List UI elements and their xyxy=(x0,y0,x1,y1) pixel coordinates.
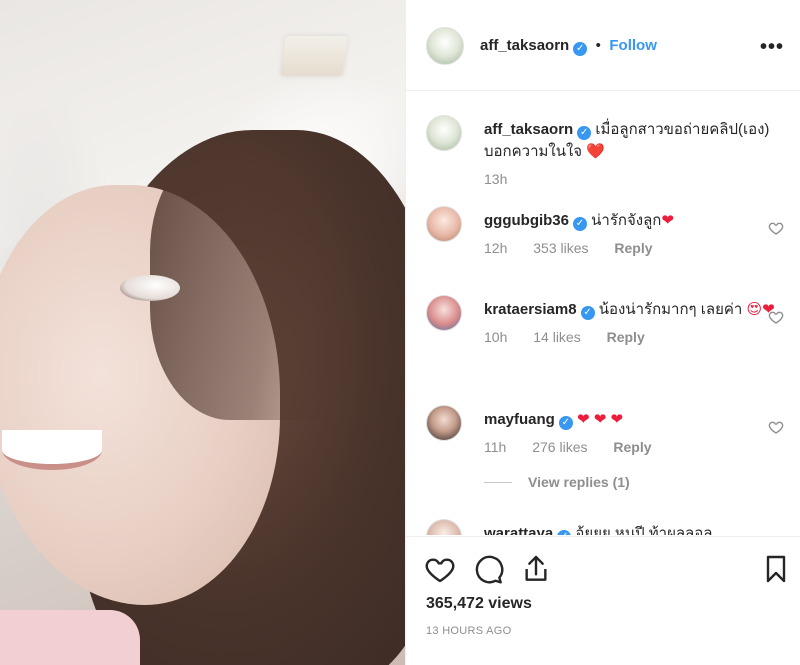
comment-username[interactable]: mayfuang xyxy=(484,411,555,428)
commenter-avatar[interactable] xyxy=(426,295,462,331)
speech-bubble-icon[interactable] xyxy=(472,553,504,585)
comment-likes[interactable]: 353 likes xyxy=(533,240,588,256)
verified-badge-icon: ✓ xyxy=(557,530,572,535)
child-smile xyxy=(2,430,102,470)
heart-emoji: ❤️ xyxy=(586,143,605,160)
post-timestamp[interactable]: 13 HOURS AGO xyxy=(426,625,512,637)
like-comment-heart-icon[interactable] xyxy=(768,309,784,325)
reply-button[interactable]: Reply xyxy=(613,439,651,455)
post-actions-bar: 365,472 views 13 HOURS AGO xyxy=(406,536,800,665)
comment-time[interactable]: 10h xyxy=(484,329,507,345)
like-comment-heart-icon[interactable] xyxy=(768,419,784,435)
verified-badge-icon: ✓ xyxy=(577,126,592,140)
heart-outline-icon[interactable] xyxy=(424,553,456,585)
child-shirt xyxy=(0,610,140,665)
caption-meta: 13h xyxy=(484,171,786,187)
comment-body: warattaya ✓ อ้ยยย หนูปี ท้าผลลอล xyxy=(484,519,786,535)
bookmark-icon[interactable] xyxy=(760,553,792,585)
comment-text: อ้ยยย หนูปี ท้าผลลอล xyxy=(575,525,713,535)
comment-likes[interactable]: 276 likes xyxy=(532,439,587,455)
view-replies-label: View replies (1) xyxy=(528,474,630,490)
comment-item: gggubgib36 ✓ น่ารักจังลูก❤ 12h 353 likes … xyxy=(426,206,786,256)
author-avatar[interactable] xyxy=(426,27,464,65)
follow-button[interactable]: Follow xyxy=(609,37,657,54)
child-eye xyxy=(120,275,180,301)
comment-text: น้องน่ารักมากๆ เลยค่า xyxy=(598,301,743,318)
reply-button[interactable]: Reply xyxy=(607,329,645,345)
caption-avatar[interactable] xyxy=(426,115,462,151)
comment-username[interactable]: warattaya xyxy=(484,525,553,535)
ellipsis-icon[interactable]: ••• xyxy=(760,36,784,59)
post-header: aff_taksaorn ✓ • Follow ••• xyxy=(406,0,800,91)
author-line: aff_taksaorn ✓ • Follow xyxy=(480,37,657,56)
heart-emoji: ❤ xyxy=(661,212,674,229)
comment-meta: 10h 14 likes Reply xyxy=(484,329,786,345)
comments-list: aff_taksaorn ✓ เมื่อลูกสาวขอถ่ายคลิป(เอง)… xyxy=(406,91,800,535)
author-username[interactable]: aff_taksaorn xyxy=(480,37,569,54)
commenter-avatar[interactable] xyxy=(426,405,462,441)
separator-dot: • xyxy=(595,37,601,54)
reply-button[interactable]: Reply xyxy=(614,240,652,256)
caption: aff_taksaorn ✓ เมื่อลูกสาวขอถ่ายคลิป(เอง)… xyxy=(426,115,786,187)
post-video[interactable] xyxy=(0,0,405,665)
verified-badge-icon: ✓ xyxy=(580,306,595,320)
comment-meta: 12h 353 likes Reply xyxy=(484,240,786,256)
caption-username[interactable]: aff_taksaorn xyxy=(484,121,573,138)
comment-meta: 11h 276 likes Reply xyxy=(484,439,786,455)
post-side-panel: aff_taksaorn ✓ • Follow ••• aff_taksaorn ✓… xyxy=(405,0,800,665)
comment-item-partial: warattaya ✓ อ้ยยย หนูปี ท้าผลลอล xyxy=(426,519,786,535)
like-comment-heart-icon[interactable] xyxy=(768,220,784,236)
comment-text: น่ารักจังลูก xyxy=(591,212,662,229)
comment-username[interactable]: krataersiam8 xyxy=(484,301,577,318)
comment-body: gggubgib36 ✓ น่ารักจังลูก❤ xyxy=(484,206,786,232)
replies-divider xyxy=(484,482,512,483)
verified-badge-icon: ✓ xyxy=(573,42,588,56)
share-upload-icon[interactable] xyxy=(520,553,552,585)
view-count[interactable]: 365,472 views xyxy=(426,595,532,613)
commenter-avatar[interactable] xyxy=(426,519,462,535)
comment-item: krataersiam8 ✓ น้องน่ารักมากๆ เลยค่า 😍❤ 1… xyxy=(426,295,786,345)
caption-time[interactable]: 13h xyxy=(484,171,507,187)
commenter-avatar[interactable] xyxy=(426,206,462,242)
ceiling-lamp xyxy=(280,36,348,76)
heart-emoji: ❤ ❤ ❤ xyxy=(577,411,624,428)
comment-time[interactable]: 11h xyxy=(484,439,506,455)
comment-body: krataersiam8 ✓ น้องน่ารักมากๆ เลยค่า 😍❤ xyxy=(484,295,786,321)
verified-badge-icon: ✓ xyxy=(558,416,573,430)
caption-body: aff_taksaorn ✓ เมื่อลูกสาวขอถ่ายคลิป(เอง)… xyxy=(484,115,786,163)
comment-username[interactable]: gggubgib36 xyxy=(484,212,569,229)
comment-likes[interactable]: 14 likes xyxy=(533,329,580,345)
verified-badge-icon: ✓ xyxy=(573,217,587,231)
view-replies-button[interactable]: View replies (1) xyxy=(484,474,630,490)
comment-item: mayfuang ✓ ❤ ❤ ❤ 11h 276 likes Reply xyxy=(426,405,786,455)
comment-body: mayfuang ✓ ❤ ❤ ❤ xyxy=(484,405,786,431)
comment-time[interactable]: 12h xyxy=(484,240,507,256)
